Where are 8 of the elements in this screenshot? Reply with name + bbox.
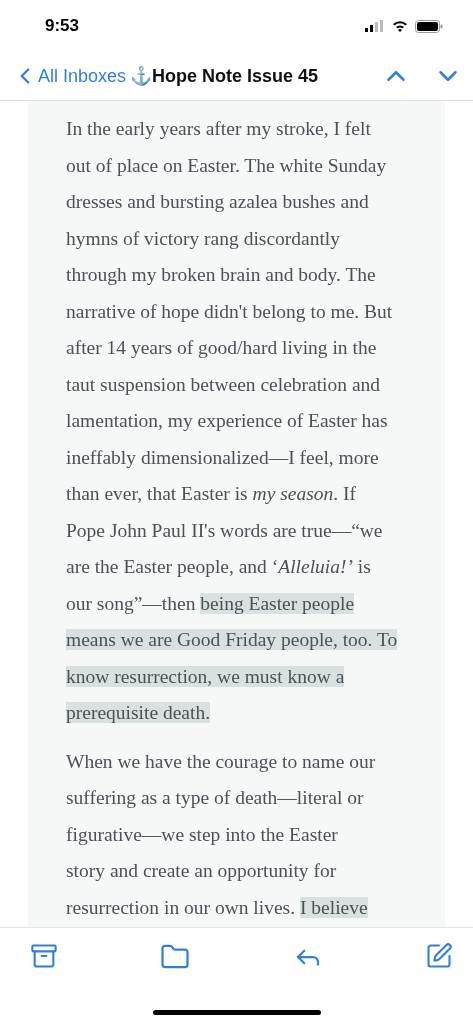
- battery-icon: [415, 19, 443, 33]
- back-link[interactable]: All Inboxes: [12, 63, 127, 89]
- status-time: 9:53: [45, 16, 80, 36]
- signal-icon: [365, 20, 385, 32]
- body-paragraph: When we have the courage to name our suffering as a type of death—literal or figurative—we step into the Easter story and create an opportunity for resurrection in our own lives. I believe: [66, 749, 377, 920]
- wifi-icon: [392, 20, 408, 32]
- body-paragraph: In the early years after my stroke, I felt out of place on Easter. The white Sunday dresses and bursting azalea bushes and hymns of victory rang discordantly through my broken brain and body. The narrative of hope didn't belong to me. But after 14 years of good/hard living in the taut suspension between celebration and lamentation, my experience of Easter has ineffably dimensionalized—I feel, more than ever, that Easter is my season. If Pope John Paul II's words are true—“we are the Easter people, and ‘Alleluia!’ is our song”—then being Easter people means we are Good Friday people, too. To know resurrection, we must know a prerequisite death.: [66, 117, 399, 725]
- message-title: ⚓Hope Note Issue 45: [130, 65, 319, 87]
